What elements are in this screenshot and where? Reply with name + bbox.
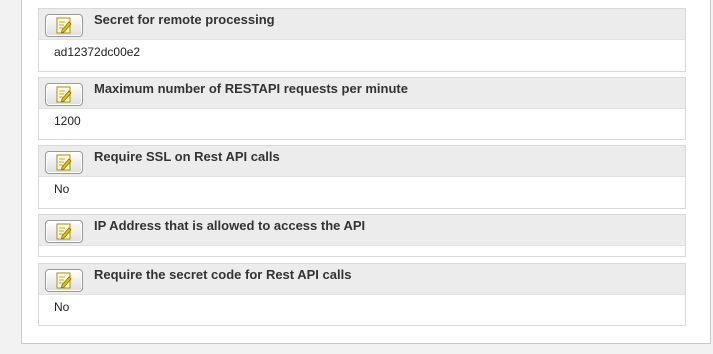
setting-value: No [54, 300, 70, 314]
setting-title: Secret for remote processing [94, 12, 275, 27]
setting-require-ssl: Require SSL on Rest API calls No [38, 145, 686, 209]
edit-note-icon [56, 272, 72, 289]
setting-value: 1200 [54, 114, 81, 128]
edit-note-icon [56, 223, 72, 240]
setting-header: Maximum number of RESTAPI requests per m… [39, 78, 685, 109]
setting-title: Require the secret code for Rest API cal… [94, 267, 352, 282]
edit-note-icon [56, 17, 72, 34]
setting-header: Require SSL on Rest API calls [39, 146, 685, 177]
setting-require-secret: Require the secret code for Rest API cal… [38, 263, 686, 326]
setting-allowed-ip: IP Address that is allowed to access the… [38, 214, 686, 257]
edit-button[interactable] [45, 151, 83, 174]
edit-button[interactable] [45, 220, 83, 243]
setting-header: Secret for remote processing [39, 9, 685, 40]
edit-button[interactable] [45, 14, 83, 37]
setting-title: IP Address that is allowed to access the… [94, 218, 366, 233]
setting-value [39, 246, 685, 258]
edit-button[interactable] [45, 269, 83, 292]
setting-header: Require the secret code for Rest API cal… [39, 264, 685, 295]
setting-max-requests: Maximum number of RESTAPI requests per m… [38, 77, 686, 140]
setting-title: Require SSL on Rest API calls [94, 149, 280, 164]
api-settings-panel: Secret for remote processing ad12372dc00… [21, 0, 711, 344]
setting-value: No [54, 182, 70, 196]
setting-header: IP Address that is allowed to access the… [39, 215, 685, 246]
edit-note-icon [56, 86, 72, 103]
setting-secret: Secret for remote processing ad12372dc00… [38, 8, 686, 72]
edit-note-icon [56, 154, 72, 171]
setting-value: ad12372dc00e2 [54, 45, 141, 59]
edit-button[interactable] [45, 83, 83, 106]
setting-title: Maximum number of RESTAPI requests per m… [94, 81, 408, 96]
